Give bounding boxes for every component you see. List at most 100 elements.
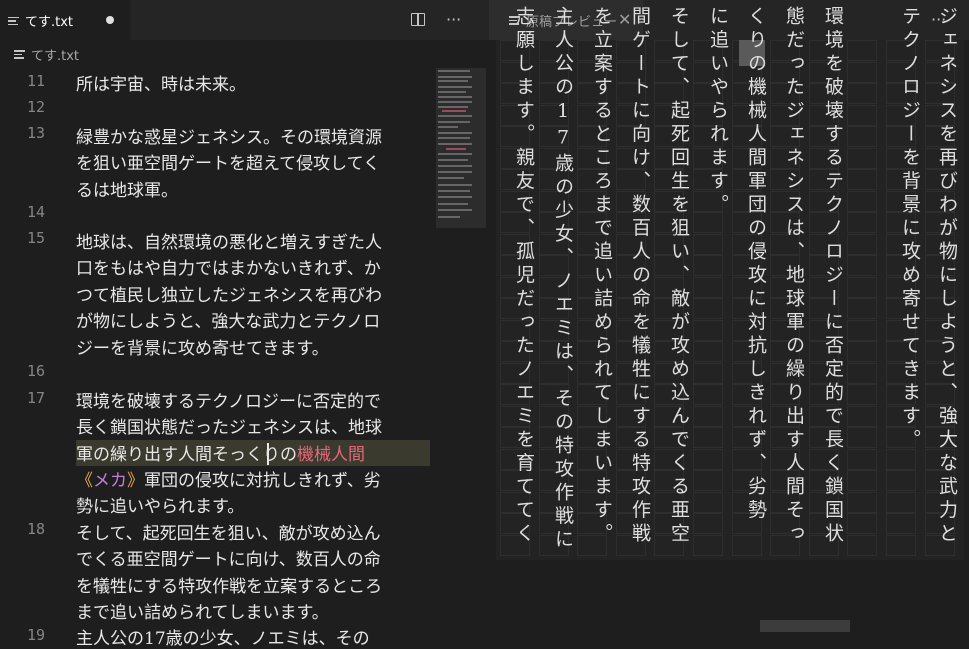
grid-cell <box>886 470 916 491</box>
grid-cell <box>693 298 723 319</box>
file-lines-icon <box>14 49 25 59</box>
code-line[interactable]: 地球は、自然環境の悪化と増えすぎた人 <box>76 228 382 253</box>
minimap-line <box>438 86 472 88</box>
minimap-line <box>438 106 468 108</box>
grid-cell <box>693 255 723 276</box>
grid-cell <box>847 405 878 427</box>
grid-cell <box>847 83 878 104</box>
grid-cell <box>693 534 723 556</box>
code-line[interactable]: 軍の繰り出す人間そっくりの機械人間 <box>76 440 365 465</box>
grid-cell <box>693 384 723 405</box>
grid-cell <box>693 233 723 255</box>
grid-cell <box>847 513 878 534</box>
line-number: 11 <box>26 72 45 90</box>
grid-cell <box>693 405 723 427</box>
preview-column: を立案するところまで追い詰められてしまいます。 <box>591 6 613 547</box>
unsaved-dot-icon[interactable] <box>106 16 114 24</box>
breadcrumb-file[interactable]: てす.txt <box>31 45 79 64</box>
preview-column: ジェネシスを再びわが物にしようと、強大な武力と <box>936 6 958 547</box>
code-text: 軍団の侵攻に対抗しきれず、劣 <box>144 471 381 491</box>
preview-column: くりの機械人間軍団の侵攻に対抗しきれず、劣勢 <box>745 6 767 523</box>
grid-cell <box>847 298 878 319</box>
minimap-line <box>446 148 466 150</box>
grid-cell <box>886 491 916 513</box>
grid-cell <box>847 319 878 341</box>
grid-cell <box>847 40 878 61</box>
grid-cell <box>847 255 878 276</box>
breadcrumb[interactable]: てす.txt <box>0 40 486 68</box>
grid-cell <box>847 384 878 405</box>
preview-column: 態だったジェネシスは、地球軍の繰り出す人間そっ <box>783 6 805 547</box>
grid-cell <box>693 470 723 491</box>
code-line[interactable]: でくる亜空間ゲートに向け、数百人の命 <box>76 545 381 570</box>
code-line[interactable]: そして、起死回生を狙い、敵が攻め込ん <box>76 519 381 544</box>
code-line[interactable]: 所は宇宙、時は未来。 <box>76 70 246 95</box>
grid-cell <box>847 212 878 233</box>
ruby-close-bracket: 》 <box>127 471 144 491</box>
minimap-line <box>438 132 472 134</box>
code-line[interactable]: るは地球軍。 <box>76 176 178 201</box>
minimap-line <box>438 159 468 161</box>
grid-cell <box>847 169 878 190</box>
grid-cell <box>693 448 723 470</box>
code-line[interactable]: を狙い亜空間ゲートを超えて侵攻してく <box>76 149 380 174</box>
code-line[interactable]: 環境を破壊するテクノロジーに否定的で <box>76 387 381 412</box>
code-text: 軍の繰り出す人間そっくりの <box>76 445 297 465</box>
horizontal-scrollbar[interactable] <box>760 620 850 632</box>
grid-cell <box>693 362 723 384</box>
preview-column: に追いやられます。 <box>707 6 729 218</box>
line-number: 19 <box>26 626 45 644</box>
grid-cell <box>731 534 762 556</box>
code-line[interactable]: 主人公の17歳の少女、ノエミは、その <box>76 624 370 649</box>
more-actions-icon[interactable]: ··· <box>446 10 461 29</box>
code-line[interactable]: 長く鎖国状態だったジェネシスは、地球 <box>76 413 382 438</box>
menu-lines-icon <box>8 16 19 26</box>
minimap-line <box>438 101 472 103</box>
minimap-line <box>438 190 470 192</box>
line-number: 17 <box>26 389 45 407</box>
grid-cell <box>847 190 878 212</box>
code-line[interactable]: まで追い詰められてしまいます。 <box>76 598 329 623</box>
line-number: 15 <box>26 229 45 247</box>
line-number: 14 <box>26 203 45 221</box>
preview-column: テクノロジーを背景に攻め寄せてきます。 <box>899 6 921 453</box>
grid-cell <box>847 61 878 83</box>
preview-column: 間ゲートに向け、数百人の命を犠牲にする特攻作戦 <box>629 6 651 547</box>
grid-cell <box>847 470 878 491</box>
grid-cell <box>847 126 878 147</box>
minimap-line <box>442 110 466 112</box>
ruby-open-bracket: 《 <box>76 471 93 491</box>
editor-tab-label: てす.txt <box>25 15 74 30</box>
grid-cell <box>847 448 878 470</box>
minimap-line <box>438 121 470 123</box>
grid-cell <box>847 427 878 448</box>
grid-cell <box>693 513 723 534</box>
code-line[interactable]: 《メカ》軍団の侵攻に対抗しきれず、劣 <box>76 466 381 491</box>
code-line[interactable]: 勢に追いやられます。 <box>76 492 244 517</box>
minimap-line <box>438 153 472 155</box>
preview-column: 環境を破壊するテクノロジーに否定的で長く鎖国状 <box>822 6 844 547</box>
minimap-line <box>438 171 472 173</box>
line-number: 16 <box>26 362 45 380</box>
line-number: 18 <box>26 520 45 538</box>
line-number: 13 <box>26 124 45 142</box>
minimap-line <box>438 91 466 93</box>
minimap-line <box>438 184 472 186</box>
minimap-line <box>438 216 460 218</box>
code-line[interactable]: が物にしようと、強大な武力とテクノロ <box>76 307 380 332</box>
code-line[interactable]: 口をもはや自力ではまかないきれず、か <box>76 254 381 279</box>
code-line[interactable]: 緑豊かな惑星ジェネシス。その環境資源 <box>76 123 382 148</box>
grid-cell <box>693 276 723 298</box>
minimap-line <box>438 143 472 145</box>
code-line[interactable]: つて植民し独立したジェネシスを再びわ <box>76 281 382 306</box>
split-editor-icon[interactable] <box>411 13 425 26</box>
grid-cell <box>847 341 878 362</box>
preview-column: 主人公の17歳の少女、ノエミは、その特攻作戦に <box>552 6 574 553</box>
grid-cell <box>847 104 878 126</box>
grid-cell <box>847 233 878 255</box>
grid-cell <box>847 147 878 169</box>
code-line[interactable]: ジーを背景に攻め寄せてきます。 <box>76 334 329 359</box>
minimap-line <box>438 96 472 98</box>
minimap-line <box>438 80 468 82</box>
code-line[interactable]: を犠牲にする特攻作戦を立案するところ <box>76 572 382 597</box>
